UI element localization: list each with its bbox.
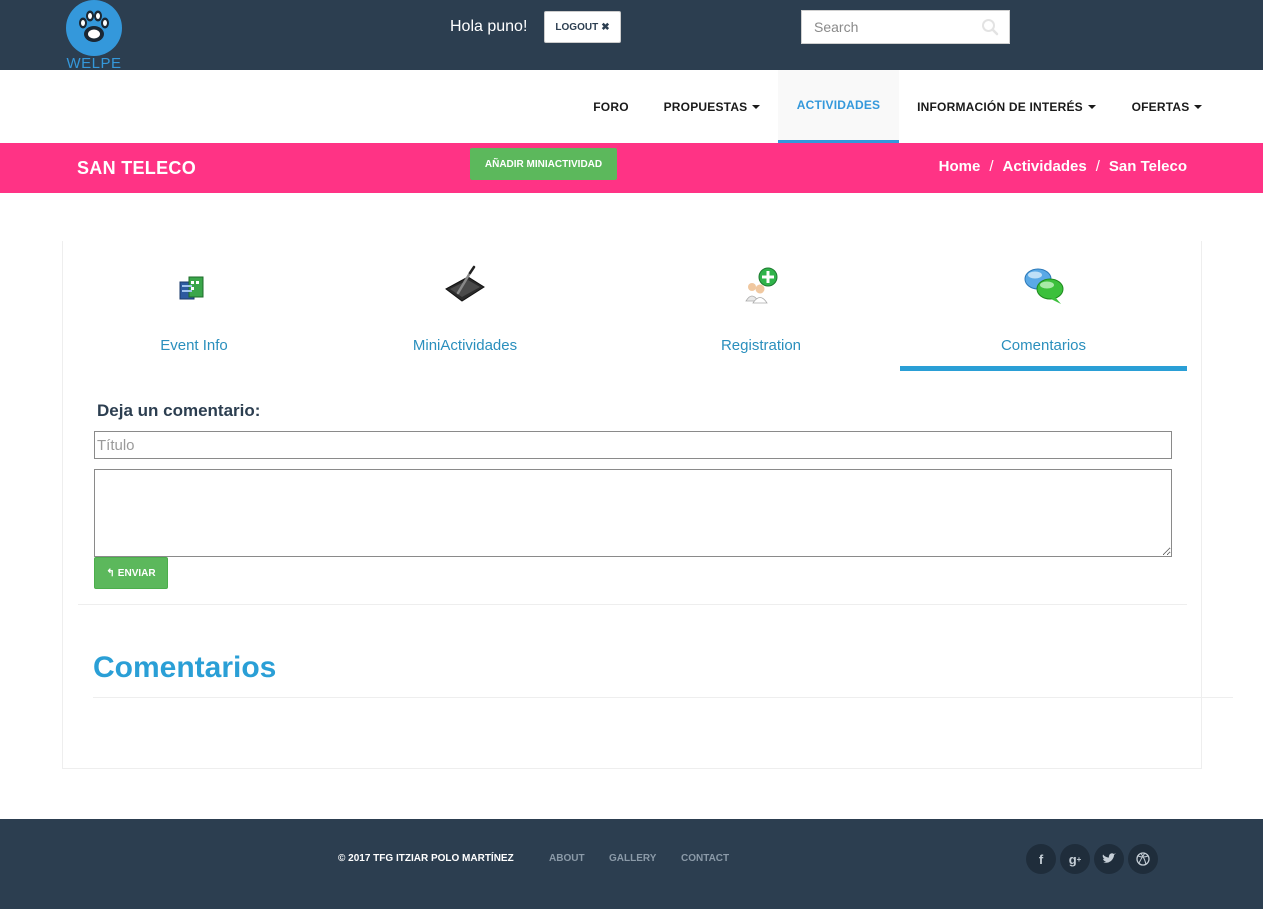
send-label: ENVIAR <box>117 567 156 579</box>
twitter-icon[interactable] <box>1094 844 1124 874</box>
footer-link-about[interactable]: ABOUT <box>549 853 585 864</box>
search-box <box>801 10 1010 44</box>
close-icon: ✖ <box>601 21 610 33</box>
tab-label: Registration <box>720 337 802 354</box>
nav-item-label: PROPUESTAS <box>663 99 748 114</box>
comment-form-title: Deja un comentario: <box>97 401 261 420</box>
logout-label: LOGOUT <box>555 21 599 33</box>
calendar-document-icon <box>169 261 219 311</box>
breadcrumb-home[interactable]: Home <box>939 158 981 175</box>
page-title: SAN TELECO <box>77 158 197 178</box>
breadcrumb-separator: / <box>1095 158 1100 175</box>
tab-label: MiniActividades <box>412 337 518 354</box>
footer-link-gallery[interactable]: GALLERY <box>609 853 656 864</box>
send-button[interactable]: ↰ ENVIAR <box>94 557 168 589</box>
tab-miniactividades[interactable]: MiniActividades <box>349 241 581 371</box>
nav-item-label: ACTIVIDADES <box>796 98 881 112</box>
comments-heading: Comentarios <box>93 651 277 684</box>
reply-icon: ↰ <box>106 567 115 579</box>
footer: © 2017 TFG ITZIAR POLO MARTÍNEZ ABOUT GA… <box>0 819 1263 909</box>
logout-button[interactable]: LOGOUT ✖ <box>544 11 621 43</box>
tab-registration[interactable]: Registration <box>646 241 876 371</box>
nav-item-label: INFORMACIÓN DE INTERÉS <box>917 99 1083 114</box>
caret-down-icon <box>1194 104 1203 109</box>
tab-label: Comentarios <box>1000 337 1087 354</box>
breadcrumb-separator: / <box>989 158 994 175</box>
add-miniactividad-button[interactable]: AÑADIR MINIACTIVIDAD <box>470 148 617 180</box>
tab-label: Event Info <box>160 337 228 354</box>
search-input[interactable] <box>802 11 972 43</box>
tab-comentarios[interactable]: Comentarios <box>900 241 1187 371</box>
search-icon[interactable] <box>981 18 999 36</box>
nav-item-label: FORO <box>593 99 629 114</box>
breadcrumb-current: San Teleco <box>1108 158 1187 175</box>
paw-icon <box>66 0 122 56</box>
nav-item-actividades[interactable]: ACTIVIDADES <box>778 70 899 143</box>
nav-item-informacion[interactable]: INFORMACIÓN DE INTERÉS <box>901 70 1112 143</box>
nav-item-propuestas[interactable]: PROPUESTAS <box>647 70 777 143</box>
divider <box>93 697 1233 698</box>
caret-down-icon <box>752 104 761 109</box>
tab-event-info[interactable]: Event Info <box>79 241 309 371</box>
comment-body-textarea[interactable] <box>94 469 1172 557</box>
user-greeting: Hola puno! <box>450 18 528 35</box>
top-bar: WELPE Hola puno! LOGOUT ✖ <box>0 0 1263 72</box>
breadcrumb: Home / Actividades / San Teleco <box>939 158 1187 175</box>
nav-item-ofertas[interactable]: OFERTAS <box>1114 70 1220 143</box>
facebook-icon[interactable]: f <box>1026 844 1056 874</box>
add-user-icon <box>736 261 786 311</box>
nav-item-foro[interactable]: FORO <box>577 70 645 143</box>
divider <box>78 604 1187 605</box>
logo[interactable]: WELPE <box>66 0 122 72</box>
nav-item-label: OFERTAS <box>1131 99 1190 114</box>
copyright-text: © 2017 TFG ITZIAR POLO MARTÍNEZ <box>338 853 514 864</box>
dribbble-icon[interactable] <box>1128 844 1158 874</box>
comment-title-input[interactable] <box>94 431 1172 459</box>
footer-link-contact[interactable]: CONTACT <box>681 853 729 864</box>
google-plus-icon[interactable]: g + <box>1060 844 1090 874</box>
event-card: Event Info MiniActividades Registration … <box>62 241 1233 769</box>
caret-down-icon <box>1087 104 1096 109</box>
main-nav: FORO PROPUESTAS ACTIVIDADES INFORMACIÓN … <box>0 70 1263 143</box>
breadcrumb-actividades[interactable]: Actividades <box>1003 158 1087 175</box>
page-header-bar: SAN TELECO AÑADIR MINIACTIVIDAD Home / A… <box>0 143 1263 193</box>
slate-pen-icon <box>440 261 490 311</box>
chat-bubbles-icon <box>1019 261 1069 311</box>
